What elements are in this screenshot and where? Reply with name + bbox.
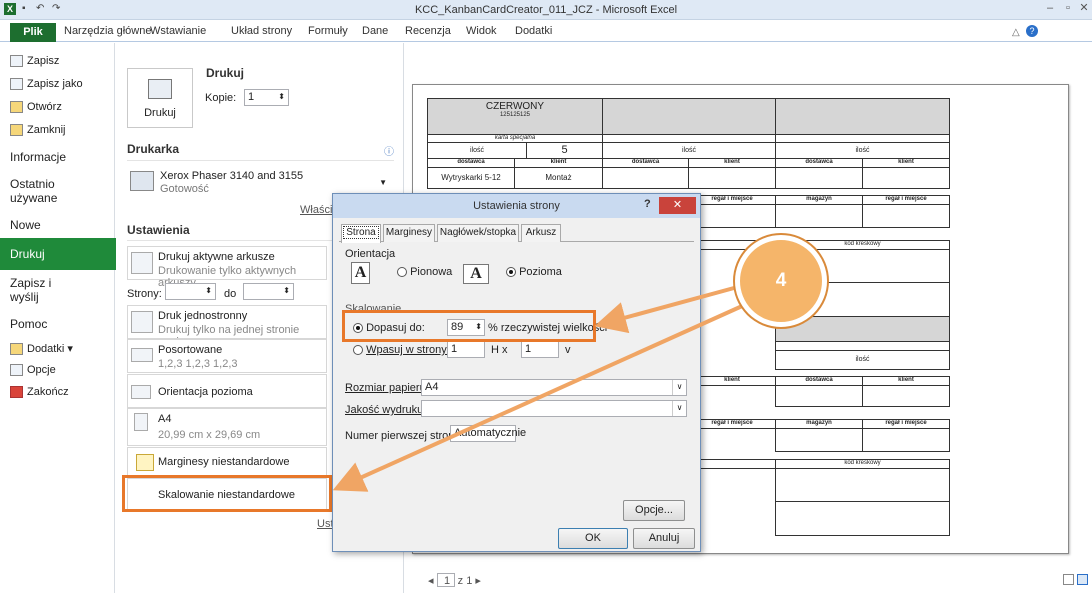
arrow-to-fit-percent — [594, 280, 757, 334]
arrow-to-scaling — [332, 296, 761, 492]
step-badge: 4 — [735, 235, 827, 327]
show-margins-icon[interactable] — [1063, 574, 1074, 585]
next-page-icon[interactable]: ▸ — [475, 575, 481, 587]
page-count: z 1 — [457, 575, 473, 587]
prev-page-icon[interactable]: ◂ — [428, 575, 434, 587]
page-number-input[interactable]: 1 — [436, 573, 455, 587]
annotation-arrows — [332, 280, 761, 492]
page-navigator[interactable]: ◂ 1 z 1 ▸ — [428, 573, 481, 587]
zoom-page-icon[interactable] — [1077, 574, 1088, 585]
